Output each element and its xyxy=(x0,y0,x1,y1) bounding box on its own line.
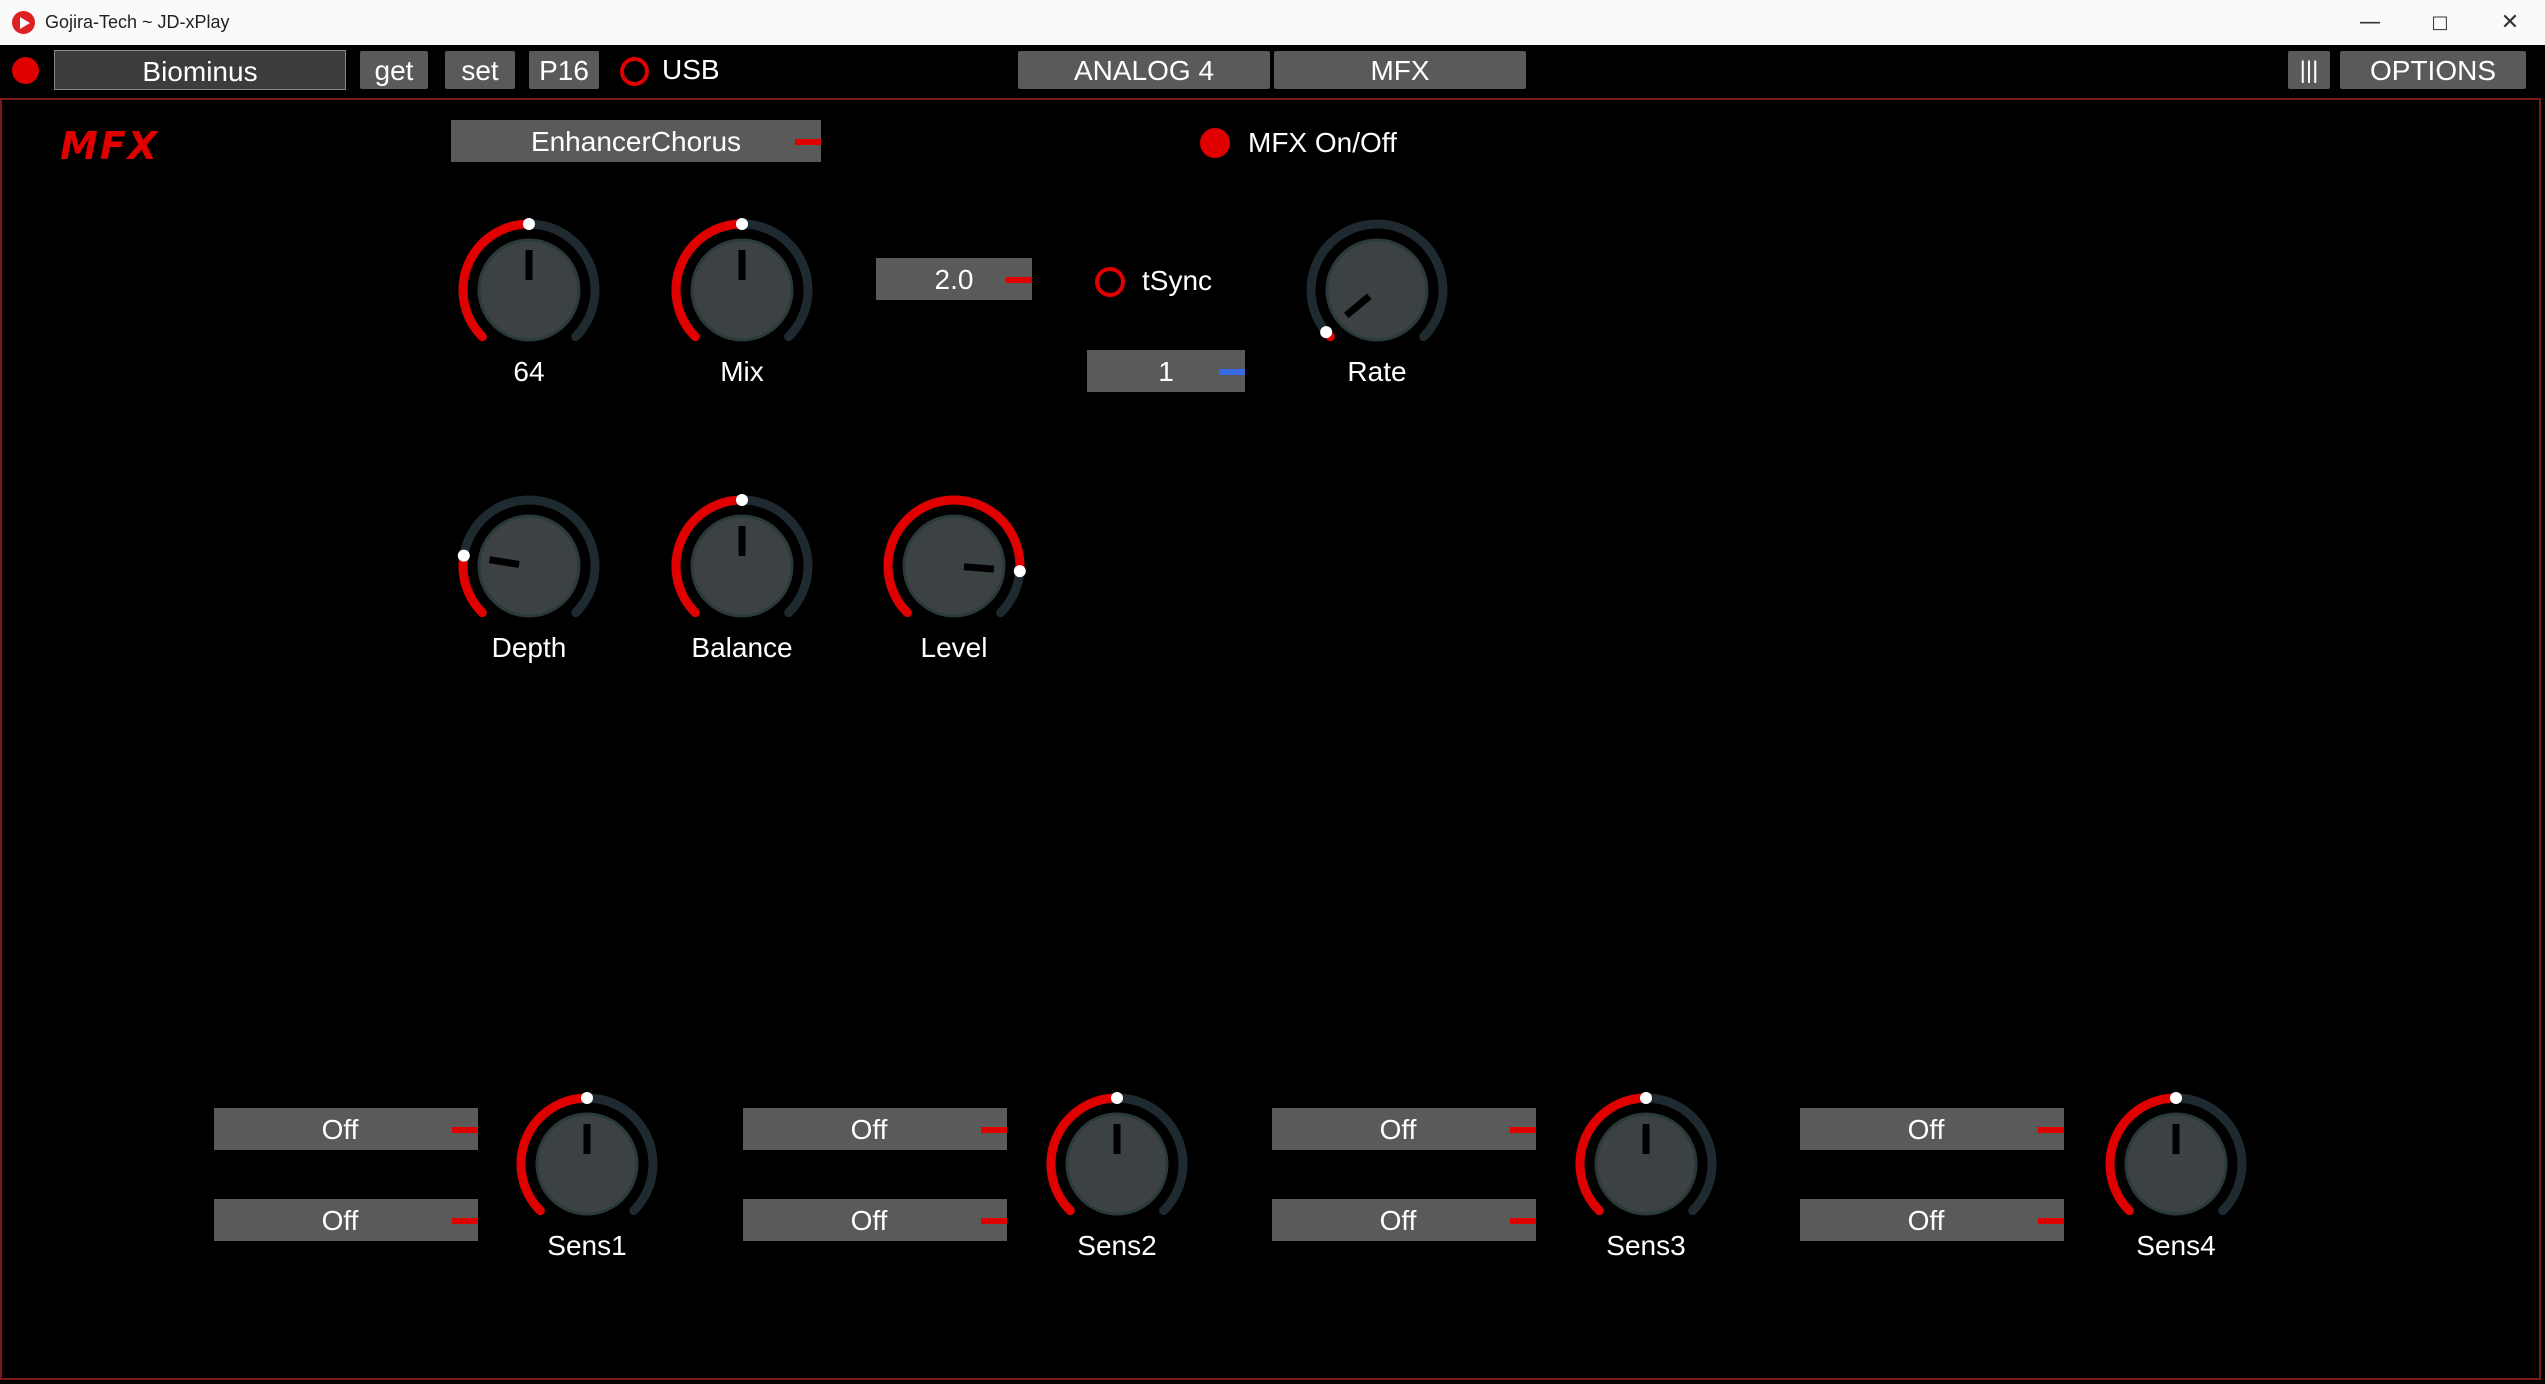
sens-main-knob[interactable] xyxy=(449,210,609,370)
mix-marker xyxy=(736,218,748,230)
dropdown-indicator-icon xyxy=(981,1218,1007,1224)
level-marker xyxy=(1013,565,1026,578)
sens3-knob[interactable] xyxy=(1566,1084,1726,1244)
sens-source-value: Off xyxy=(1379,1205,1417,1236)
rate-value: 2.0 xyxy=(934,264,974,295)
dropdown-indicator-icon xyxy=(2038,1127,2064,1133)
sens2-source2-select[interactable]: Off xyxy=(743,1199,1007,1241)
set-button[interactable]: set xyxy=(445,51,515,89)
get-button[interactable]: get xyxy=(360,51,428,89)
rate-marker xyxy=(1320,326,1333,339)
dropdown-indicator-icon xyxy=(795,139,821,145)
rate-value-field[interactable]: 2.0 xyxy=(876,258,1032,300)
value-indicator-icon xyxy=(1219,369,1245,375)
mfx-logo: MFX xyxy=(60,124,160,168)
mfx-onoff-label: MFX On/Off xyxy=(1248,127,1397,158)
depth-pointer xyxy=(488,556,520,568)
sens-source-value: Off xyxy=(850,1114,888,1145)
depth-marker xyxy=(457,549,470,562)
rate-body xyxy=(1325,238,1429,342)
sens-source-value: Off xyxy=(1907,1205,1945,1236)
mfx-type-select[interactable]: EnhancerChorus xyxy=(451,120,821,162)
dropdown-indicator-icon xyxy=(981,1127,1007,1133)
depth-knob[interactable] xyxy=(449,486,609,646)
tsync-value: 1 xyxy=(1158,356,1174,387)
sens-source-value: Off xyxy=(1379,1114,1417,1145)
tab-analog[interactable]: ANALOG 4 xyxy=(1018,51,1270,89)
app-icon xyxy=(12,11,35,34)
sens2-knob[interactable] xyxy=(1037,1084,1197,1244)
dropdown-indicator-icon xyxy=(452,1218,478,1224)
sens2-marker xyxy=(1111,1092,1123,1104)
balance-knob[interactable] xyxy=(662,486,822,646)
sens4-knob[interactable] xyxy=(2096,1084,2256,1244)
sens1-marker xyxy=(581,1092,593,1104)
maximize-button[interactable]: □ xyxy=(2405,0,2475,45)
tsync-toggle-icon[interactable] xyxy=(1095,267,1125,297)
close-button[interactable]: ✕ xyxy=(2475,0,2545,45)
part-button[interactable]: P16 xyxy=(529,51,599,89)
level-pointer xyxy=(963,563,995,573)
dropdown-indicator-icon xyxy=(1510,1218,1536,1224)
window-title-bar: Gojira-Tech ~ JD-xPlay — □ ✕ xyxy=(0,0,2545,46)
patch-name-field[interactable]: Biominus xyxy=(54,50,346,90)
balance-marker xyxy=(736,494,748,506)
sens4-source2-select[interactable]: Off xyxy=(1800,1199,2064,1241)
sens1-source1-select[interactable]: Off xyxy=(214,1108,478,1150)
sens3-marker xyxy=(1640,1092,1652,1104)
value-indicator-icon xyxy=(1006,277,1032,283)
mix-knob[interactable] xyxy=(662,210,822,370)
sens2-label: Sens2 xyxy=(1077,1230,1157,1261)
mfx-onoff-led-icon[interactable] xyxy=(1200,128,1230,158)
dropdown-indicator-icon xyxy=(2038,1218,2064,1224)
dropdown-indicator-icon xyxy=(452,1127,478,1133)
rate-label: Rate xyxy=(1347,356,1407,387)
sens3-source1-select[interactable]: Off xyxy=(1272,1108,1536,1150)
sens4-source1-select[interactable]: Off xyxy=(1800,1108,2064,1150)
sens4-label: Sens4 xyxy=(2136,1230,2216,1261)
sens-source-value: Off xyxy=(321,1114,359,1145)
balance-label: Balance xyxy=(691,632,793,663)
sens-main-label: 64 xyxy=(513,356,545,387)
options-button[interactable]: OPTIONS xyxy=(2340,51,2526,89)
sens-source-value: Off xyxy=(1907,1114,1945,1145)
level-knob[interactable] xyxy=(874,486,1034,646)
mfx-type-value: EnhancerChorus xyxy=(530,126,742,157)
sens-main-marker xyxy=(523,218,535,230)
sens1-knob[interactable] xyxy=(507,1084,667,1244)
depth-label: Depth xyxy=(491,632,567,663)
menu-button[interactable]: ||| xyxy=(2288,51,2330,89)
window-title: Gojira-Tech ~ JD-xPlay xyxy=(45,12,230,32)
usb-label: USB xyxy=(662,54,720,85)
sens1-source2-select[interactable]: Off xyxy=(214,1199,478,1241)
sens3-label: Sens3 xyxy=(1606,1230,1686,1261)
sens-source-value: Off xyxy=(321,1205,359,1236)
record-indicator-icon[interactable] xyxy=(12,57,39,84)
minimize-button[interactable]: — xyxy=(2335,0,2405,45)
sens-source-value: Off xyxy=(850,1205,888,1236)
sens2-source1-select[interactable]: Off xyxy=(743,1108,1007,1150)
sens1-label: Sens1 xyxy=(547,1230,627,1261)
depth-body xyxy=(477,514,581,618)
sens4-marker xyxy=(2170,1092,2182,1104)
mix-label: Mix xyxy=(720,356,764,387)
tab-mfx[interactable]: MFX xyxy=(1274,51,1526,89)
tsync-value-field[interactable]: 1 xyxy=(1087,350,1245,392)
sens3-source2-select[interactable]: Off xyxy=(1272,1199,1536,1241)
tsync-label: tSync xyxy=(1142,265,1213,296)
usb-status-icon[interactable] xyxy=(620,57,649,86)
rate-knob[interactable] xyxy=(1297,210,1457,370)
dropdown-indicator-icon xyxy=(1510,1127,1536,1133)
level-label: Level xyxy=(920,632,988,663)
